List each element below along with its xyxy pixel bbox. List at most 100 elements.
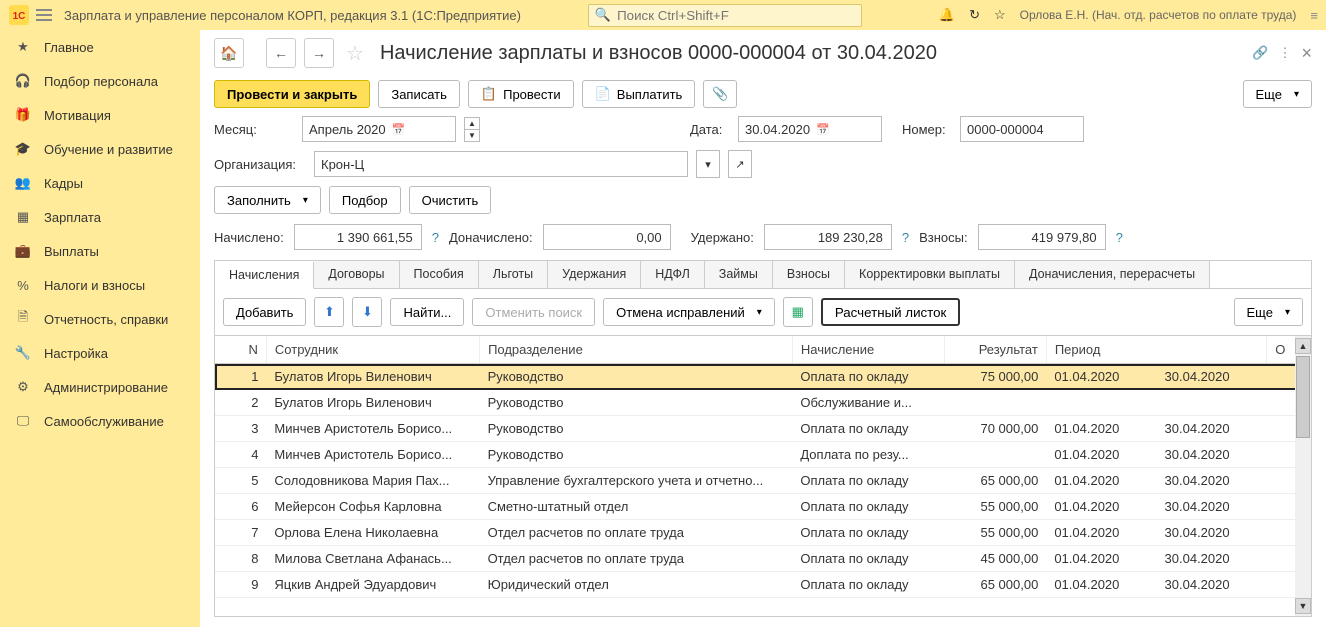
scroll-thumb[interactable] xyxy=(1296,356,1310,438)
cell-department: Руководство xyxy=(480,364,793,390)
table-row[interactable]: 7Орлова Елена НиколаевнаОтдел расчетов п… xyxy=(215,520,1311,546)
col-n[interactable]: N xyxy=(215,336,266,364)
month-spinner[interactable]: ▲▼ xyxy=(464,117,480,142)
nav-hr[interactable]: 👥Кадры xyxy=(0,166,200,200)
nav-payments[interactable]: 💼Выплаты xyxy=(0,234,200,268)
tab-contracts[interactable]: Договоры xyxy=(314,261,399,288)
tabs-bar: Начисления Договоры Пособия Льготы Удерж… xyxy=(214,260,1312,288)
tab-deductions[interactable]: Удержания xyxy=(548,261,641,288)
tab-loans[interactable]: Займы xyxy=(705,261,773,288)
number-input[interactable]: 0000-000004 xyxy=(960,116,1084,142)
move-down-button[interactable]: ⬇ xyxy=(352,297,382,327)
org-dropdown-icon[interactable]: ▾ xyxy=(696,150,720,178)
scroll-down-icon[interactable]: ▼ xyxy=(1295,598,1311,614)
tab-recalc[interactable]: Доначисления, перерасчеты xyxy=(1015,261,1210,288)
settings-menu-icon[interactable]: ≡ xyxy=(1310,8,1318,23)
search-input[interactable] xyxy=(615,7,855,24)
forward-button[interactable]: → xyxy=(304,38,334,68)
nav-settings[interactable]: 🔧Настройка xyxy=(0,336,200,370)
date-input[interactable]: 30.04.2020 xyxy=(738,116,882,142)
select-button[interactable]: Подбор xyxy=(329,186,401,214)
help-icon[interactable]: ? xyxy=(432,230,439,245)
post-and-close-button[interactable]: Провести и закрыть xyxy=(214,80,370,108)
col-department[interactable]: Подразделение xyxy=(480,336,793,364)
org-open-icon[interactable]: ↗ xyxy=(728,150,752,178)
more-button[interactable]: Еще xyxy=(1243,80,1312,108)
col-accrual[interactable]: Начисление xyxy=(792,336,944,364)
find-button[interactable]: Найти... xyxy=(390,298,464,326)
pay-button[interactable]: 📄Выплатить xyxy=(582,80,696,108)
nav-admin[interactable]: ⚙Администрирование xyxy=(0,370,200,404)
cell-period-from: 01.04.2020 xyxy=(1046,468,1156,494)
cancel-fix-button[interactable]: Отмена исправлений xyxy=(603,298,775,326)
cell-department: Руководство xyxy=(480,416,793,442)
clear-button[interactable]: Очистить xyxy=(409,186,492,214)
col-period[interactable]: Период xyxy=(1046,336,1266,364)
tab-accruals[interactable]: Начисления xyxy=(215,262,314,289)
move-up-button[interactable]: ⬆ xyxy=(314,297,344,327)
kebab-icon[interactable]: ⋮ xyxy=(1278,45,1291,61)
back-button[interactable]: ← xyxy=(266,38,296,68)
payslip-button[interactable]: Расчетный листок xyxy=(821,298,961,326)
graduation-icon: 🎓 xyxy=(14,140,32,158)
home-button[interactable]: 🏠 xyxy=(214,38,244,68)
col-result[interactable]: Результат xyxy=(944,336,1046,364)
list-icon: ▦ xyxy=(14,208,32,226)
nav-motivation[interactable]: 🎁Мотивация xyxy=(0,98,200,132)
current-user[interactable]: Орлова Е.Н. (Нач. отд. расчетов по оплат… xyxy=(1020,8,1297,22)
nav-recruit[interactable]: 🎧Подбор персонала xyxy=(0,64,200,98)
nav-label: Подбор персонала xyxy=(44,74,158,89)
add-button[interactable]: Добавить xyxy=(223,298,306,326)
spinner-up-icon[interactable]: ▲ xyxy=(465,118,479,130)
favorite-toggle-icon[interactable]: ☆ xyxy=(346,41,364,66)
cell-period-to: 30.04.2020 xyxy=(1157,442,1267,468)
attach-button[interactable]: 📎 xyxy=(703,80,737,108)
cell-n: 1 xyxy=(215,364,266,390)
tab-benefits[interactable]: Пособия xyxy=(400,261,479,288)
global-search[interactable]: 🔍 xyxy=(588,4,862,27)
close-icon[interactable]: × xyxy=(1301,43,1312,64)
post-button[interactable]: 📋Провести xyxy=(468,80,574,108)
tab-more-button[interactable]: Еще xyxy=(1234,298,1303,326)
scroll-up-icon[interactable]: ▲ xyxy=(1295,338,1311,354)
spinner-down-icon[interactable]: ▼ xyxy=(465,130,479,141)
nav-selfservice[interactable]: 🖵Самообслуживание xyxy=(0,404,200,438)
table-row[interactable]: 5Солодовникова Мария Пах...Управление бу… xyxy=(215,468,1311,494)
tab-ndfl[interactable]: НДФЛ xyxy=(641,261,705,288)
vertical-scrollbar[interactable]: ▲ ▼ xyxy=(1295,336,1311,616)
history-icon[interactable]: ↻ xyxy=(969,7,980,23)
cell-accrual: Оплата по окладу xyxy=(792,468,944,494)
help-icon[interactable]: ? xyxy=(1116,230,1123,245)
show-details-button[interactable]: ▦ xyxy=(783,297,813,327)
save-button[interactable]: Записать xyxy=(378,80,460,108)
bell-icon[interactable]: 🔔 xyxy=(939,7,955,23)
help-icon[interactable]: ? xyxy=(902,230,909,245)
tab-privileges[interactable]: Льготы xyxy=(479,261,548,288)
table-row[interactable]: 4Минчев Аристотель Борисо...РуководствоД… xyxy=(215,442,1311,468)
table-row[interactable]: 8Милова Светлана Афанась...Отдел расчето… xyxy=(215,546,1311,572)
nav-salary[interactable]: ▦Зарплата xyxy=(0,200,200,234)
table-row[interactable]: 2Булатов Игорь ВиленовичРуководствоОбслу… xyxy=(215,390,1311,416)
org-input[interactable]: Крон-Ц xyxy=(314,151,688,177)
cell-period-from: 01.04.2020 xyxy=(1046,520,1156,546)
nav-label: Отчетность, справки xyxy=(44,312,168,327)
link-icon[interactable]: 🔗 xyxy=(1252,45,1268,61)
star-icon[interactable]: ☆ xyxy=(994,7,1006,23)
tab-contributions[interactable]: Взносы xyxy=(773,261,845,288)
cell-period-from: 01.04.2020 xyxy=(1046,364,1156,390)
contrib-label: Взносы: xyxy=(919,230,968,245)
table-row[interactable]: 9Яцкив Андрей ЭдуардовичЮридический отде… xyxy=(215,572,1311,598)
fill-button[interactable]: Заполнить xyxy=(214,186,321,214)
table-row[interactable]: 1Булатов Игорь ВиленовичРуководствоОплат… xyxy=(215,364,1311,390)
nav-main[interactable]: ★Главное xyxy=(0,30,200,64)
tab-corrections[interactable]: Корректировки выплаты xyxy=(845,261,1015,288)
hamburger-icon[interactable] xyxy=(32,0,56,30)
month-input[interactable]: Апрель 2020 xyxy=(302,116,456,142)
table-row[interactable]: 3Минчев Аристотель Борисо...РуководствоО… xyxy=(215,416,1311,442)
nav-taxes[interactable]: %Налоги и взносы xyxy=(0,268,200,302)
nav-learning[interactable]: 🎓Обучение и развитие xyxy=(0,132,200,166)
nav-reports[interactable]: 🗎Отчетность, справки xyxy=(0,302,200,336)
col-employee[interactable]: Сотрудник xyxy=(266,336,479,364)
table-row[interactable]: 6Мейерсон Софья КарловнаСметно-штатный о… xyxy=(215,494,1311,520)
cell-department: Юридический отдел xyxy=(480,572,793,598)
